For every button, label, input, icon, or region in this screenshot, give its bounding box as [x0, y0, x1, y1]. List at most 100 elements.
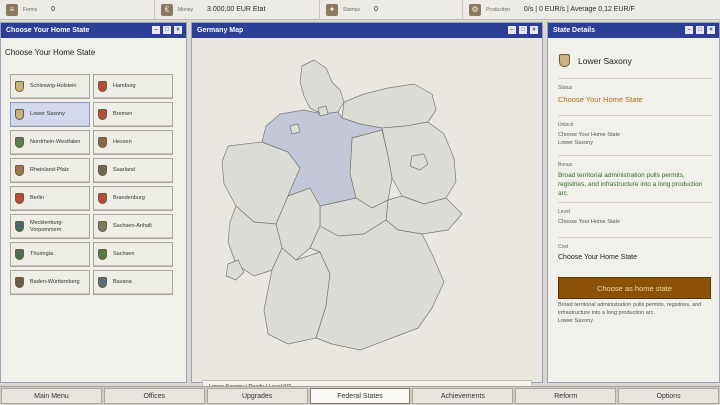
crest-icon: [98, 221, 107, 232]
unlock-line: Choose Your Home State: [558, 132, 621, 138]
minimize-icon[interactable]: –: [152, 26, 160, 34]
production-label: Production: [486, 6, 510, 13]
crest-icon: [15, 165, 24, 176]
tab-upgrades[interactable]: Upgrades: [206, 388, 308, 404]
state-detail-header: Lower Saxony: [548, 38, 719, 67]
state-button-label: Hessen: [113, 139, 132, 146]
crest-icon: [98, 81, 107, 92]
state-button[interactable]: Sachsen: [93, 242, 173, 267]
production-resource: ⚙ Production 0/s | 0 EUR/s | Average 0,1…: [463, 0, 720, 20]
unlock-label: Unlock: [558, 122, 574, 128]
close-icon[interactable]: ×: [530, 26, 538, 34]
state-button-label: Sachsen: [113, 251, 135, 258]
level-section: Level Choose Your Home State: [558, 209, 712, 227]
minimize-icon[interactable]: –: [508, 26, 516, 34]
state-button-label: Brandenburg: [113, 195, 145, 202]
state-button-label: Lower Saxony: [30, 111, 65, 118]
production-value: 0/s | 0 EUR/s | Average 0,12 EUR/F: [523, 6, 635, 13]
money-label: Money: [178, 6, 194, 13]
state-button[interactable]: Sachsen-Anhalt: [93, 214, 173, 239]
cost-value: Choose Your Home State: [558, 254, 637, 261]
panel-title-bar[interactable]: State Details – □ ×: [548, 23, 719, 38]
state-button-label: Nordrhein-Westfalen: [30, 139, 81, 146]
tab-federal-states[interactable]: Federal States: [309, 388, 411, 404]
state-name: Lower Saxony: [578, 55, 632, 66]
panel-title: State Details: [553, 27, 596, 34]
state-button[interactable]: Bavaria: [93, 270, 173, 295]
state-button-label: Sachsen-Anhalt: [113, 223, 152, 230]
level-label: Level: [558, 209, 570, 215]
germany-map[interactable]: [192, 38, 542, 382]
tab-main-menu[interactable]: Main Menu: [1, 388, 102, 404]
state-button[interactable]: Bremen: [93, 102, 173, 127]
state-button-label: Mecklenburg-Vorpommern: [30, 219, 64, 233]
maximize-icon[interactable]: □: [163, 26, 171, 34]
panel-title-bar[interactable]: Choose Your Home State – □ ×: [1, 23, 186, 38]
close-icon[interactable]: ×: [174, 26, 182, 34]
tab-options[interactable]: Options: [618, 388, 720, 404]
state-button-label: Baden-Württemberg: [30, 279, 80, 286]
map-region-mecklenburg-vorpommern[interactable]: [341, 83, 437, 129]
money-icon: €: [161, 3, 173, 16]
panel-heading: Choose Your Home State: [5, 48, 96, 57]
state-button[interactable]: Schleswig-Holstein: [10, 74, 90, 99]
choose-state-panel: Choose Your Home State – □ × Choose Your…: [0, 22, 187, 383]
close-icon[interactable]: ×: [707, 26, 715, 34]
stamp-icon: ✦: [326, 3, 338, 16]
state-button-label: Hamburg: [113, 83, 136, 90]
map-region-bavaria[interactable]: [309, 219, 445, 351]
map-region-hamburg[interactable]: [317, 105, 329, 117]
production-icon: ⚙: [469, 3, 481, 16]
state-button[interactable]: Brandenburg: [93, 186, 173, 211]
state-button[interactable]: Lower Saxony: [10, 102, 90, 127]
crest-icon: [15, 193, 24, 204]
choose-home-state-button[interactable]: Choose as home state: [558, 277, 711, 299]
tab-achievements[interactable]: Achievements: [412, 388, 514, 404]
tab-reform[interactable]: Reform: [515, 388, 617, 404]
state-button[interactable]: Hamburg: [93, 74, 173, 99]
state-button[interactable]: Mecklenburg-Vorpommern: [10, 214, 90, 239]
crest-icon: [98, 277, 107, 288]
bonus-section: Bonus Broad territorial administration p…: [558, 162, 712, 198]
stamps-value: 0: [373, 6, 378, 13]
state-button[interactable]: Thuringia: [10, 242, 90, 267]
resource-bar: ≡ Forms 0 € Money 3.000,00 EUR Etat ✦ St…: [0, 0, 720, 20]
status-label: Status: [558, 85, 573, 91]
state-button[interactable]: Berlin: [10, 186, 90, 211]
state-button-label: Saarland: [113, 167, 136, 174]
forms-resource: ≡ Forms 0: [0, 0, 155, 20]
panel-title: Choose Your Home State: [6, 27, 90, 34]
state-button-label: Schleswig-Holstein: [30, 83, 77, 90]
crest-icon: [15, 221, 24, 232]
maximize-icon[interactable]: □: [519, 26, 527, 34]
state-button-label: Berlin: [30, 195, 45, 202]
map-region-bremen[interactable]: [289, 123, 301, 135]
cost-section: Cost Choose Your Home State: [558, 244, 712, 261]
level-value: Choose Your Home State: [558, 219, 621, 225]
state-button[interactable]: Saarland: [93, 158, 173, 183]
state-button[interactable]: Rheinland-Pfalz: [10, 158, 90, 183]
money-value: 3.000,00 EUR Etat: [207, 6, 266, 13]
maximize-icon[interactable]: □: [696, 26, 704, 34]
crest-icon: [15, 109, 24, 120]
crest-icon: [98, 109, 107, 120]
tab-offices[interactable]: Offices: [103, 388, 205, 404]
state-button[interactable]: Nordrhein-Westfalen: [10, 130, 90, 155]
unlock-line: Lower Saxony: [558, 139, 593, 146]
state-button-label: Rheinland-Pfalz: [30, 167, 69, 174]
document-icon: ≡: [6, 3, 18, 16]
footer-state-name: Lower Saxony: [558, 317, 593, 324]
status-value: Choose Your Home State: [558, 95, 643, 104]
germany-map-panel: Germany Map – □ ×: [191, 22, 543, 394]
cost-label: Cost: [558, 244, 569, 250]
map-canvas[interactable]: [192, 38, 542, 382]
crest-icon: [98, 137, 107, 148]
state-button[interactable]: Baden-Württemberg: [10, 270, 90, 295]
crest-icon: [98, 249, 107, 260]
forms-value: 0: [51, 6, 56, 13]
panel-title-bar[interactable]: Germany Map – □ ×: [192, 23, 542, 38]
state-button[interactable]: Hessen: [93, 130, 173, 155]
minimize-icon[interactable]: –: [685, 26, 693, 34]
crest-icon: [98, 165, 107, 176]
map-region-schleswig-holstein[interactable]: [299, 59, 345, 115]
